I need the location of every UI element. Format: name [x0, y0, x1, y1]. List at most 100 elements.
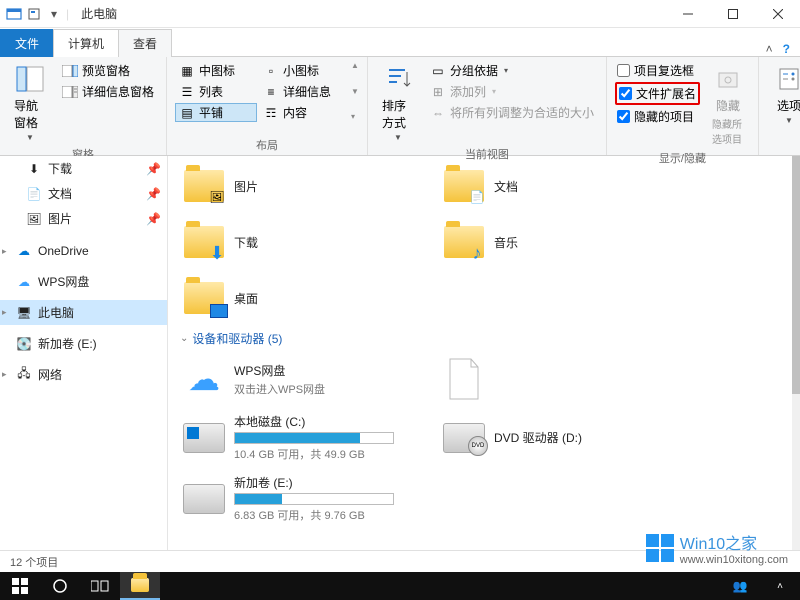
status-item-count: 12 个项目 [10, 554, 58, 570]
chevron-right-icon[interactable]: ▸ [2, 307, 7, 318]
pin-icon: 📌 [146, 212, 161, 226]
download-icon: ⬇ [26, 161, 42, 177]
nav-pane-button[interactable]: 导航窗格 ▼ [8, 61, 52, 144]
drive-wps[interactable]: ☁ WPS网盘双击进入WPS网盘 [178, 353, 418, 405]
checkbox-hidden-items[interactable]: 隐藏的项目 [615, 107, 700, 126]
options-button[interactable]: 选项 ▼ [767, 61, 800, 127]
picture-icon: 🖼 [206, 188, 228, 206]
checkbox-file-extensions[interactable]: 文件扩展名 [615, 82, 700, 105]
app-icon [6, 6, 22, 22]
title-bar: ▾ | 此电脑 [0, 0, 800, 28]
window-title: 此电脑 [81, 5, 117, 22]
chevron-right-icon[interactable]: ▸ [2, 369, 7, 380]
cloud-icon: ☁ [182, 357, 226, 401]
layout-tiles[interactable]: ▤平铺 [175, 103, 257, 122]
qat-dropdown-icon[interactable]: ▾ [46, 6, 62, 22]
drive-dvd[interactable]: DVD DVD 驱动器 (D:) [438, 409, 678, 466]
ribbon-group-showhide: 项目复选框 文件扩展名 隐藏的项目 隐藏 隐藏所选项目 显示/隐藏 [607, 57, 759, 155]
tab-view[interactable]: 查看 [118, 29, 172, 57]
tab-file[interactable]: 文件 [0, 29, 54, 57]
drive-c[interactable]: 本地磁盘 (C:) 10.4 GB 可用，共 49.9 GB [178, 409, 418, 466]
task-view-button[interactable] [80, 572, 120, 600]
layout-content[interactable]: ☶内容 [259, 103, 341, 122]
sort-button[interactable]: 排序方式 ▼ [376, 61, 420, 144]
add-columns-button[interactable]: ⊞添加列▾ [426, 82, 598, 101]
folder-desktop[interactable]: 桌面 [178, 272, 418, 324]
nav-documents[interactable]: 📄文档📌 [0, 181, 167, 206]
ribbon-tabs: 文件 计算机 查看 ˄ ? [0, 28, 800, 56]
help-icon[interactable]: ? [783, 42, 790, 56]
details-pane-button[interactable]: 详细信息窗格 [58, 82, 158, 101]
chevron-down-icon: ⌄ [180, 333, 188, 344]
nav-new-volume[interactable]: 💽新加卷 (E:) [0, 331, 167, 356]
document-icon: 📄 [466, 188, 488, 206]
document-icon: 📄 [26, 186, 42, 202]
folder-icon [131, 578, 149, 592]
cloud-icon: ☁ [16, 274, 32, 290]
drive-e[interactable]: 新加卷 (E:) 6.83 GB 可用，共 9.76 GB [178, 470, 418, 527]
hide-selected-button[interactable]: 隐藏 隐藏所选项目 [706, 61, 750, 148]
picture-icon: 🖼 [26, 211, 42, 227]
nav-onedrive[interactable]: ▸☁OneDrive [0, 239, 167, 263]
usage-bar [234, 432, 394, 444]
fit-columns-button[interactable]: ⇔将所有列调整为合适的大小 [426, 103, 598, 122]
layout-details[interactable]: ≡详细信息 [259, 82, 341, 101]
layout-list[interactable]: ☰列表 [175, 82, 257, 101]
nav-pictures[interactable]: 🖼图片📌 [0, 206, 167, 231]
usage-bar [234, 493, 394, 505]
navigation-pane: ⬇下载📌 📄文档📌 🖼图片📌 ▸☁OneDrive ☁WPS网盘 ▸🖥此电脑 💽… [0, 156, 168, 552]
layout-scroll-up[interactable]: ▲ [351, 61, 359, 70]
ribbon-group-options: 选项 ▼ [759, 57, 800, 155]
cloud-icon: ☁ [16, 243, 32, 259]
checkbox-item-checkboxes[interactable]: 项目复选框 [615, 61, 700, 80]
windows-logo-icon [646, 534, 674, 562]
folder-music[interactable]: ♪ 音乐 [438, 216, 678, 268]
ribbon-collapse-icon[interactable]: ˄ [766, 42, 773, 56]
preview-pane-button[interactable]: 预览窗格 [58, 61, 158, 80]
cortana-button[interactable] [40, 572, 80, 600]
main-pane: 🖼 图片 📄 文档 ⬇ 下载 ♪ 音乐 桌面 ⌄ 设备和驱动器 (5) [168, 156, 792, 552]
layout-medium-icons[interactable]: ▦中图标 [175, 61, 257, 80]
layout-more[interactable]: ▾ [351, 112, 359, 121]
folder-pictures[interactable]: 🖼 图片 [178, 160, 418, 212]
ribbon-group-panes: 导航窗格 ▼ 预览窗格 详细信息窗格 窗格 [0, 57, 167, 155]
dvd-icon: DVD [443, 423, 485, 453]
ribbon-group-layout: ▦中图标 ▫小图标 ☰列表 ≡详细信息 ▤平铺 ☶内容 ▲ ▼ ▾ 布局 [167, 57, 368, 155]
scrollbar[interactable] [792, 156, 800, 552]
ribbon: 导航窗格 ▼ 预览窗格 详细信息窗格 窗格 ▦中图标 ▫小图标 ☰列表 ≡详细信… [0, 56, 800, 156]
people-button[interactable]: 👥 [720, 572, 760, 600]
tab-computer[interactable]: 计算机 [53, 29, 119, 57]
nav-downloads[interactable]: ⬇下载📌 [0, 156, 167, 181]
drive-icon: 💽 [16, 336, 32, 352]
group-by-button[interactable]: ▭分组依据▾ [426, 61, 598, 80]
folder-downloads[interactable]: ⬇ 下载 [178, 216, 418, 268]
content-area: ⬇下载📌 📄文档📌 🖼图片📌 ▸☁OneDrive ☁WPS网盘 ▸🖥此电脑 💽… [0, 156, 792, 552]
qat-properties-icon[interactable] [26, 6, 42, 22]
close-button[interactable] [755, 0, 800, 28]
ribbon-group-currentview: 排序方式 ▼ ▭分组依据▾ ⊞添加列▾ ⇔将所有列调整为合适的大小 当前视图 [368, 57, 607, 155]
layout-small-icons[interactable]: ▫小图标 [259, 61, 341, 80]
maximize-button[interactable] [710, 0, 755, 28]
section-devices[interactable]: ⌄ 设备和驱动器 (5) [178, 324, 782, 353]
pin-icon: 📌 [146, 187, 161, 201]
nav-wps[interactable]: ☁WPS网盘 [0, 269, 167, 294]
chevron-right-icon[interactable]: ▸ [2, 246, 7, 257]
layout-scroll-down[interactable]: ▼ [351, 87, 359, 96]
minimize-button[interactable] [665, 0, 710, 28]
nav-this-pc[interactable]: ▸🖥此电脑 [0, 300, 167, 325]
taskbar: 👥 ˄ [0, 572, 800, 600]
network-icon: 🖧 [16, 367, 32, 383]
nav-network[interactable]: ▸🖧网络 [0, 362, 167, 387]
computer-icon: 🖥 [16, 305, 32, 321]
drive-blank[interactable] [438, 353, 678, 405]
scrollbar-thumb[interactable] [792, 156, 800, 394]
taskbar-explorer[interactable] [120, 572, 160, 600]
download-icon: ⬇ [206, 244, 228, 262]
folder-documents[interactable]: 📄 文档 [438, 160, 678, 212]
tray-up-icon[interactable]: ˄ [760, 572, 800, 600]
file-icon [442, 357, 486, 401]
pin-icon: 📌 [146, 162, 161, 176]
start-button[interactable] [0, 572, 40, 600]
watermark: Win10之家 www.win10xitong.com [646, 530, 788, 566]
drive-icon [183, 484, 225, 514]
